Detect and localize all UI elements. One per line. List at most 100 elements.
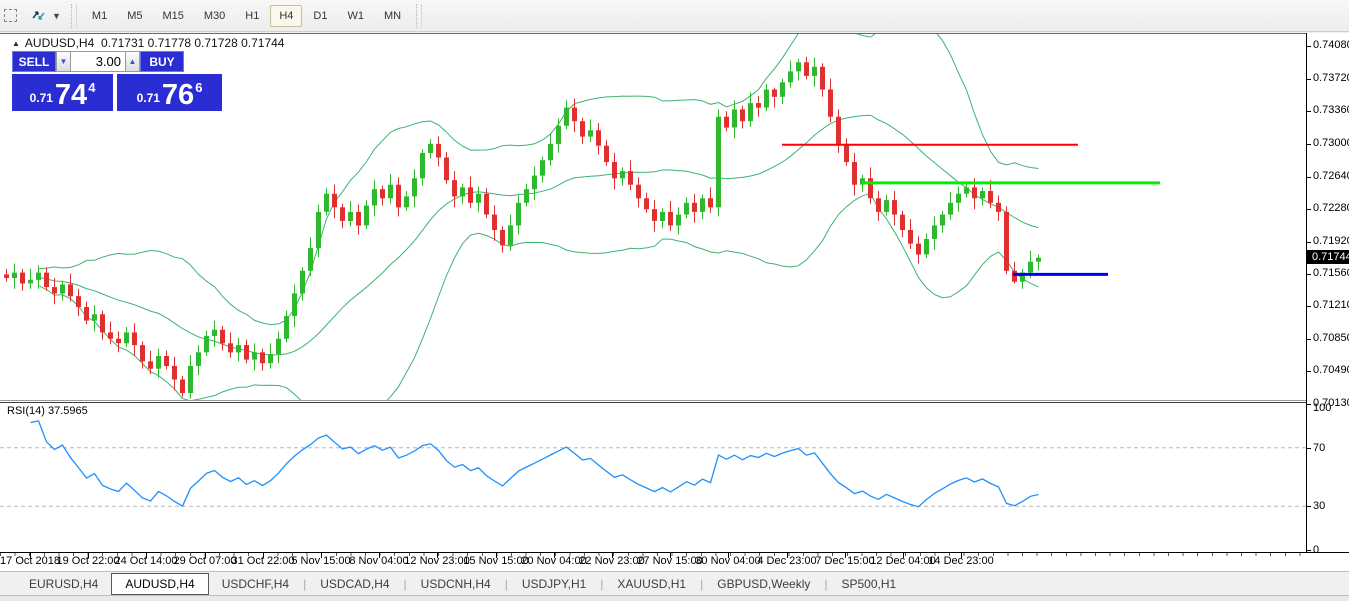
ohlc-values: 0.71731 0.71778 0.71728 0.71744 [101,36,285,50]
timeframe-button-m1[interactable]: M1 [83,5,116,27]
buy-button[interactable]: BUY [140,51,184,72]
buy-price-tile[interactable]: 0.71 76 6 [117,74,222,111]
candle-body [628,171,633,185]
chart-tab-gbpusd[interactable]: GBPUSD,Weekly [704,574,823,594]
candle-body [716,117,721,208]
candle-body [180,380,185,394]
candle-body [124,332,129,343]
timeframe-button-m15[interactable]: M15 [153,5,192,27]
chart-tab-audusd[interactable]: AUDUSD,H4 [111,573,208,595]
candle-body [28,280,33,284]
time-tick-label: 15 Nov 15:00 [463,555,528,567]
candle-body [452,180,457,196]
bollinger-band [39,115,1039,355]
candle-body [20,273,25,284]
candle-body [996,203,1001,212]
candle-body [164,356,169,366]
chart-tab-sp500[interactable]: SP500,H1 [829,574,910,594]
candle-body [244,345,249,360]
timeframe-button-mn[interactable]: MN [375,5,410,27]
candle-body [156,356,161,369]
price-tick [1307,274,1311,275]
time-tick-label: 14 Dec 23:00 [928,555,993,567]
time-tick-label: 31 Oct 22:00 [232,555,295,567]
current-price-badge: 0.71744 [1307,250,1349,264]
candle-body [444,158,449,181]
candle-body [916,244,921,255]
chart-tab-usdchf[interactable]: USDCHF,H4 [209,574,302,594]
timeframe-buttons: M1M5M15M30H1H4D1W1MN [83,5,410,27]
rsi-indicator-chart[interactable] [0,403,1306,552]
timeframe-button-w1[interactable]: W1 [338,5,373,27]
sell-price-pip: 4 [88,80,95,95]
volume-input[interactable]: 3.00 [71,51,125,72]
candle-body [804,62,809,76]
candle-body [780,82,785,97]
timeframe-button-h4[interactable]: H4 [270,5,302,27]
price-tick [1307,306,1311,307]
time-tick-label: 27 Nov 15:00 [637,555,702,567]
chart-panel: ▲AUDUSD,H4 0.71731 0.71778 0.71728 0.717… [0,33,1349,571]
rsi-tick-label: 100 [1313,402,1331,414]
candle-body [644,198,649,209]
candle-body [268,354,273,363]
candle-body [732,109,737,127]
chart-tab-usdcnh[interactable]: USDCNH,H4 [408,574,504,594]
styles-arrows-icon[interactable] [30,7,48,25]
candle-body [428,144,433,153]
toolbar: ▼ M1M5M15M30H1H4D1W1MN [0,0,1349,32]
time-tick-label: 8 Nov 04:00 [349,555,408,567]
time-tick-label: 12 Dec 04:00 [870,555,935,567]
candle-body [900,215,905,230]
price-tick-label: 0.70490 [1313,364,1349,376]
candle-body [140,345,145,361]
candle-body [788,71,793,82]
timeframe-button-m5[interactable]: M5 [118,5,151,27]
candle-body [972,187,977,198]
candle-body [668,212,673,226]
price-tick [1307,371,1311,372]
candle-body [292,293,297,316]
chart-tab-eurusd[interactable]: EURUSD,H4 [16,574,111,594]
chart-tab-xauusd[interactable]: XAUUSD,H1 [604,574,699,594]
candle-body [60,284,65,293]
collapse-arrow-icon[interactable]: ▲ [12,39,20,48]
candle-body [820,67,825,90]
candle-body [36,273,41,280]
timeframe-button-d1[interactable]: D1 [304,5,336,27]
sell-price-tile[interactable]: 0.71 74 4 [12,74,113,111]
candle-body [252,352,257,359]
timeframe-button-h1[interactable]: H1 [236,5,268,27]
selection-icon[interactable] [4,7,22,25]
candle-body [364,206,369,226]
candle-body [68,284,73,296]
buy-price-big: 76 [162,82,194,108]
rsi-tick [1307,550,1311,551]
sell-button[interactable]: SELL [12,51,56,72]
candle-body [892,200,897,215]
chart-tab-usdcad[interactable]: USDCAD,H4 [307,574,402,594]
timeframe-button-m30[interactable]: M30 [195,5,234,27]
candle-body [220,330,225,344]
candle-body [500,230,505,245]
candle-body [620,171,625,178]
volume-up-button[interactable]: ▲ [125,51,140,72]
candle-body [212,330,217,336]
volume-down-button[interactable]: ▼ [56,51,71,72]
candle-body [940,215,945,226]
candle-body [652,209,657,221]
price-tick-label: 0.73000 [1313,137,1349,149]
price-scale[interactable]: 0.71744 0.740800.737200.733600.730000.72… [1306,33,1349,552]
candle-body [116,339,121,344]
candle-body [404,196,409,207]
candle-body [692,203,697,212]
candle-body [980,191,985,198]
indicator-separator[interactable] [0,400,1306,401]
candle-body [372,189,377,205]
chart-tab-usdjpy[interactable]: USDJPY,H1 [509,574,599,594]
candle-body [524,189,529,203]
candle-body [356,212,361,226]
chevron-down-icon[interactable]: ▼ [52,11,61,21]
candle-body [236,345,241,352]
candle-body [188,366,193,393]
